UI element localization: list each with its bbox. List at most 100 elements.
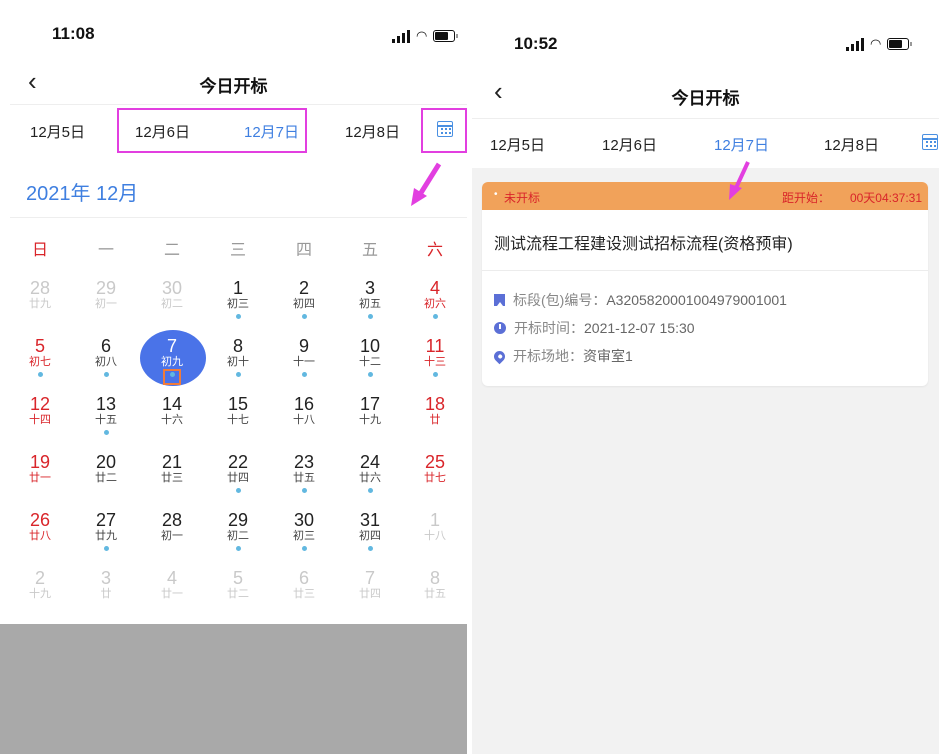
status-icons: ◠ [846,36,913,52]
lunar-date: 廿九 [29,298,51,310]
lunar-date: 十九 [359,414,381,426]
calendar-day[interactable]: 7 初九 [150,336,194,394]
calendar-day[interactable]: 3 初五 [348,278,392,336]
weekday-label: 四 [295,242,312,259]
date-tab-dec5[interactable]: 12月5日 [490,134,545,155]
calendar-day[interactable]: 15 十七 [216,394,260,452]
calendar-day[interactable]: 4 廿一 [150,568,194,626]
calendar-day[interactable]: 13 十五 [84,394,128,452]
calendar-day[interactable]: 5 初七 [18,336,62,394]
wifi-icon: ◠ [416,28,428,43]
calendar-day[interactable]: 20 廿二 [84,452,128,510]
calendar-day[interactable]: 29 初一 [84,278,128,336]
calendar-day[interactable]: 21 廿三 [150,452,194,510]
calendar-day[interactable]: 23 廿五 [282,452,326,510]
day-number: 15 [227,394,249,414]
calendar-day[interactable]: 1 十八 [413,510,457,568]
calendar-day[interactable]: 2 十九 [18,568,62,626]
day-number: 3 [100,568,111,588]
lunar-date: 廿七 [424,472,446,484]
lunar-date: 十八 [293,414,315,426]
calendar-day[interactable]: 17 十九 [348,394,392,452]
calendar-day[interactable]: 7 廿四 [348,568,392,626]
calendar-day[interactable]: 19 廿一 [18,452,62,510]
lunar-date: 廿二 [227,588,249,600]
calendar-day[interactable]: 12 十四 [18,394,62,452]
lunar-date: 十七 [227,414,249,426]
event-dot [367,314,373,319]
calendar-day[interactable]: 4 初六 [413,278,457,336]
calendar-day[interactable]: 10 十二 [348,336,392,394]
calendar-icon[interactable] [922,134,938,150]
day-number: 4 [166,568,177,588]
countdown-value: 00天04:37:31 [849,191,922,205]
date-tab-dec8[interactable]: 12月8日 [824,134,879,155]
calendar-day[interactable]: 11 十三 [413,336,457,394]
day-number: 7 [364,568,375,588]
overlay-area [0,624,467,754]
calendar-day[interactable]: 8 廿五 [413,568,457,626]
event-dot [367,372,373,377]
page-title: 今日开标 [671,89,740,108]
calendar-day[interactable]: 9 十一 [282,336,326,394]
calendar-day[interactable]: 3廿 [84,568,128,626]
date-tab-dec6[interactable]: 12月6日 [602,134,657,155]
lunar-date: 廿一 [161,588,183,600]
place-label: 开标场地： [513,348,583,364]
place-value: 资审室1 [583,348,633,364]
calendar-day[interactable]: 6 初八 [84,336,128,394]
weekday-label: 六 [426,242,443,259]
countdown-label: 距开始： [781,191,830,205]
bid-card[interactable]: • 未开标 距开始： 00天04:37:31 测试流程工程建设测试招标流程(资格… [482,182,928,386]
event-dot [103,430,109,435]
weekday-label: 二 [163,242,180,259]
calendar-day[interactable]: 14 十六 [150,394,194,452]
weekday-label: 一 [97,242,114,259]
lunar-date: 初三 [293,530,315,542]
date-tab-dec8[interactable]: 12月8日 [345,121,400,142]
day-number: 30 [161,278,183,298]
calendar-day[interactable]: 25 廿七 [413,452,457,510]
calendar-day[interactable]: 28 初一 [150,510,194,568]
calendar-day[interactable]: 6 廿三 [282,568,326,626]
calendar-day[interactable]: 22 廿四 [216,452,260,510]
lunar-date: 十四 [29,414,51,426]
day-number: 8 [232,336,243,356]
card-title: 测试流程工程建设测试招标流程(资格预审) [494,236,793,253]
day-number: 1 [429,510,440,530]
calendar-day[interactable]: 29 初二 [216,510,260,568]
day-number: 5 [34,336,45,356]
calendar-day[interactable]: 31 初四 [348,510,392,568]
card-divider [482,270,928,271]
day-number: 4 [429,278,440,298]
day-number: 2 [298,278,309,298]
event-dot [235,546,241,551]
page-title: 今日开标 [199,77,268,96]
calendar-day[interactable]: 5 廿二 [216,568,260,626]
date-tab-dec5[interactable]: 12月5日 [30,121,85,142]
lunar-date: 初二 [227,530,249,542]
bookmark-icon [494,294,505,306]
calendar-day[interactable]: 8 初十 [216,336,260,394]
lunar-date: 廿一 [29,472,51,484]
day-number: 29 [95,278,117,298]
calendar-day[interactable]: 1 初三 [216,278,260,336]
date-tab-dec7[interactable]: 12月7日 [714,134,769,155]
calendar-day[interactable]: 16 十八 [282,394,326,452]
calendar-day[interactable]: 28 廿九 [18,278,62,336]
day-number: 16 [293,394,315,414]
calendar-day[interactable]: 24 廿六 [348,452,392,510]
calendar-icon[interactable] [437,121,453,137]
calendar-day[interactable]: 27 廿九 [84,510,128,568]
calendar-day[interactable]: 26 廿八 [18,510,62,568]
calendar-day[interactable]: 30 初三 [282,510,326,568]
event-dot [103,372,109,377]
event-dot [103,546,109,551]
day-number: 12 [29,394,51,414]
calendar-day[interactable]: 2 初四 [282,278,326,336]
event-dot [367,488,373,493]
calendar-day[interactable]: 18 廿 [413,394,457,452]
wifi-icon: ◠ [870,36,882,51]
day-number: 30 [293,510,315,530]
calendar-day[interactable]: 30 初二 [150,278,194,336]
